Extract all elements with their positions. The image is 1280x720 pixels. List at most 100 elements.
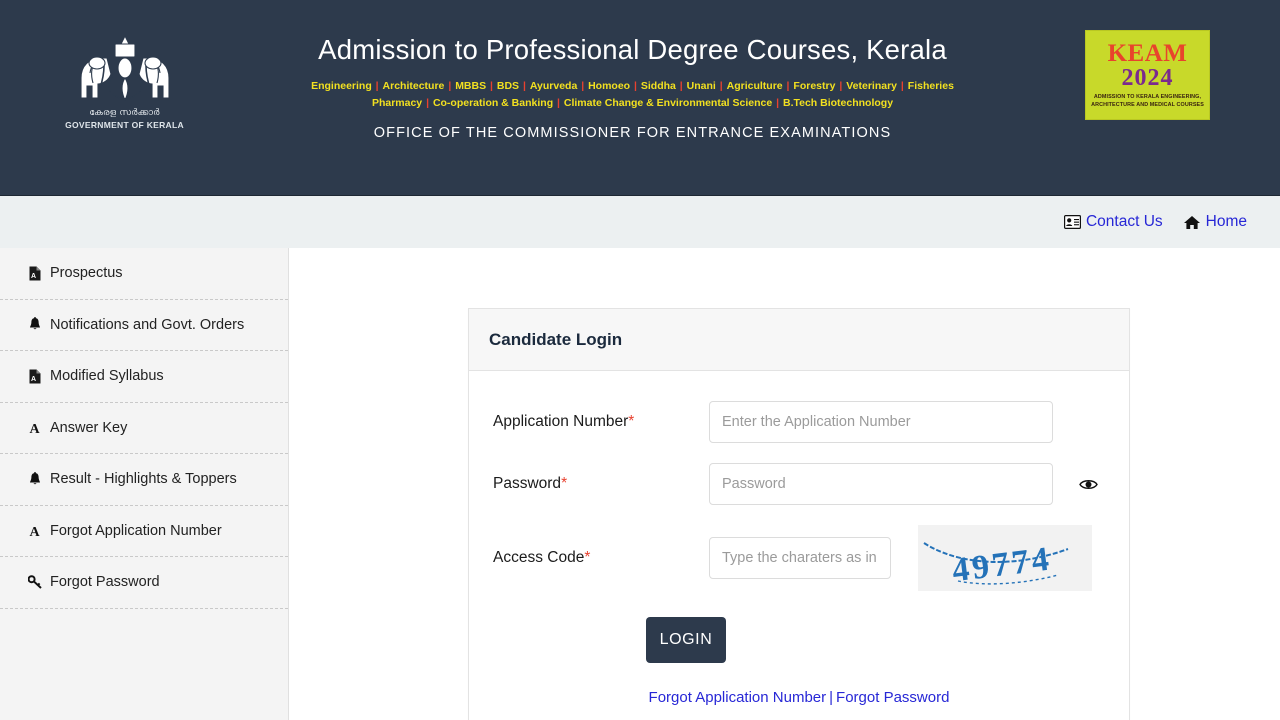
sidebar-item-label: Modified Syllabus — [50, 368, 164, 385]
forgot-application-number-link[interactable]: Forgot Application Number — [649, 689, 827, 706]
form-row-password: Password* — [469, 463, 1129, 505]
nav-item-home-label: Home — [1205, 213, 1247, 230]
course-separator: | — [836, 79, 846, 92]
sidebar-item-result-highlights-toppers[interactable]: Result - Highlights & Toppers — [0, 454, 288, 506]
pdf-file-icon: A — [28, 266, 42, 281]
page-body: A Prospectus Notifications and Govt. Order… — [0, 248, 1280, 720]
key-icon — [28, 575, 42, 589]
eye-icon — [1078, 479, 1098, 489]
course-name: Climate Change & Environmental Science — [563, 96, 773, 109]
svg-text:A: A — [31, 273, 36, 280]
sidebar-item-label: Forgot Application Number — [50, 522, 222, 539]
login-footer-links: Forgot Application Number | Forgot Passwor… — [469, 689, 1129, 706]
course-list: Engineering | Architecture | MBBS | BDS … — [200, 78, 1065, 112]
letter-a-icon: A — [28, 523, 42, 538]
course-name: BDS — [496, 79, 520, 92]
keam-logo-word: KEAM — [1107, 39, 1188, 67]
course-name: B.Tech Biotechnology — [782, 96, 894, 109]
nav-item-home[interactable]: Home — [1183, 213, 1247, 231]
captcha-graphic: 49774 — [923, 540, 1069, 589]
keam-logo-year: 2024 — [1121, 64, 1174, 91]
access-code-input[interactable] — [709, 537, 891, 579]
sidebar-item-prospectus[interactable]: A Prospectus — [0, 248, 288, 300]
letter-a-icon: A — [28, 420, 42, 435]
application-number-label: Application Number* — [493, 413, 709, 431]
password-input[interactable] — [709, 463, 1053, 505]
emblem-malayalam-text: കേരള സർക്കാർ — [89, 108, 160, 118]
header-center-block: Admission to Professional Degree Courses… — [200, 34, 1065, 141]
top-navigation-bar: Contact Us Home — [0, 196, 1280, 248]
sidebar-item-modified-syllabus[interactable]: A Modified Syllabus — [0, 351, 288, 403]
footer-link-separator: | — [829, 689, 834, 706]
home-icon — [1183, 215, 1200, 229]
course-name: Co-operation & Banking — [432, 96, 554, 109]
card-title: Candidate Login — [489, 329, 623, 349]
course-separator: | — [676, 79, 686, 92]
pdf-file-icon: A — [28, 369, 42, 384]
svg-text:A: A — [30, 422, 41, 435]
course-name: Fisheries — [907, 79, 954, 92]
forgot-password-link[interactable]: Forgot Password — [836, 689, 949, 706]
main-content: Candidate Login Application Number* Pass… — [289, 248, 1280, 720]
bell-icon — [28, 317, 42, 332]
keam-logo-subtitle: ADMISSION TO KERALA ENGINEERING, ARCHITE… — [1091, 94, 1204, 110]
sidebar-item-label: Answer Key — [50, 419, 128, 436]
office-subtitle: OFFICE OF THE COMMISSIONER FOR ENTRANCE … — [373, 124, 892, 141]
login-button[interactable]: LOGIN — [646, 617, 726, 663]
form-row-application-number: Application Number* — [469, 401, 1129, 443]
course-separator: | — [445, 79, 455, 92]
application-number-input[interactable] — [709, 401, 1053, 443]
course-separator: | — [423, 96, 432, 109]
application-number-label-text: Application Number — [493, 413, 629, 430]
course-separator: | — [716, 79, 726, 92]
svg-text:A: A — [31, 376, 36, 383]
emblem-english-text: GOVERNMENT OF KERALA — [65, 119, 184, 130]
password-label: Password* — [493, 475, 709, 493]
keam-logo-subtitle-line1: ADMISSION TO KERALA ENGINEERING, — [1093, 93, 1202, 100]
course-separator: | — [773, 96, 782, 109]
sidebar-item-label: Result - Highlights & Toppers — [50, 471, 237, 488]
toggle-password-visibility-button[interactable] — [1078, 474, 1098, 494]
candidate-login-card: Candidate Login Application Number* Pass… — [468, 308, 1130, 720]
course-separator: | — [487, 79, 496, 92]
captcha-image: 49774 — [918, 525, 1092, 591]
course-separator: | — [898, 79, 907, 92]
card-body: Application Number* Password* — [469, 371, 1129, 720]
form-row-access-code: Access Code* 49774 — [469, 525, 1129, 591]
course-name: Unani — [686, 79, 716, 92]
required-asterisk: * — [584, 549, 591, 566]
course-name: Siddha — [640, 79, 676, 92]
course-name: Homoeo — [588, 79, 631, 92]
sidebar-item-label: Forgot Password — [50, 574, 160, 591]
course-name: Architecture — [382, 79, 445, 92]
card-header: Candidate Login — [469, 309, 1129, 371]
course-list-line-1: Engineering | Architecture | MBBS | BDS … — [200, 78, 1065, 95]
login-button-row: LOGIN — [469, 617, 1129, 663]
access-code-label-text: Access Code — [493, 549, 585, 566]
sidebar-item-forgot-application-number[interactable]: A Forgot Application Number — [0, 506, 288, 557]
sidebar-item-notifications-and-govt-orders[interactable]: Notifications and Govt. Orders — [0, 300, 288, 351]
contact-card-icon — [1063, 215, 1081, 229]
course-separator: | — [783, 79, 793, 92]
sidebar-item-label: Prospectus — [50, 265, 123, 282]
course-separator: | — [520, 79, 529, 92]
course-separator: | — [578, 79, 588, 92]
course-name: Pharmacy — [371, 96, 423, 109]
keam-2024-logo: KEAM 2024 ADMISSION TO KERALA ENGINEERIN… — [1085, 30, 1210, 120]
nav-item-contact-us-label: Contact Us — [1085, 213, 1163, 230]
course-separator: | — [372, 79, 382, 92]
bell-icon — [28, 471, 42, 487]
course-list-line-2: Pharmacy | Co-operation & Banking | Clim… — [200, 95, 1065, 112]
required-asterisk: * — [561, 475, 568, 492]
sidebar-item-forgot-password[interactable]: Forgot Password — [0, 557, 288, 609]
password-label-text: Password — [493, 475, 562, 492]
course-name: Veterinary — [846, 79, 898, 92]
kerala-government-emblem: കേരള സർക്കാർ GOVERNMENT OF KERALA — [62, 28, 187, 140]
course-name: Forestry — [793, 79, 836, 92]
nav-item-contact-us[interactable]: Contact Us — [1063, 213, 1163, 231]
page-header: കേരള സർക്കാർ GOVERNMENT OF KERALA Admiss… — [0, 0, 1280, 196]
svg-text:A: A — [30, 525, 41, 538]
course-separator: | — [631, 79, 640, 92]
sidebar-item-answer-key[interactable]: A Answer Key — [0, 403, 288, 454]
access-code-label: Access Code* — [493, 549, 709, 567]
